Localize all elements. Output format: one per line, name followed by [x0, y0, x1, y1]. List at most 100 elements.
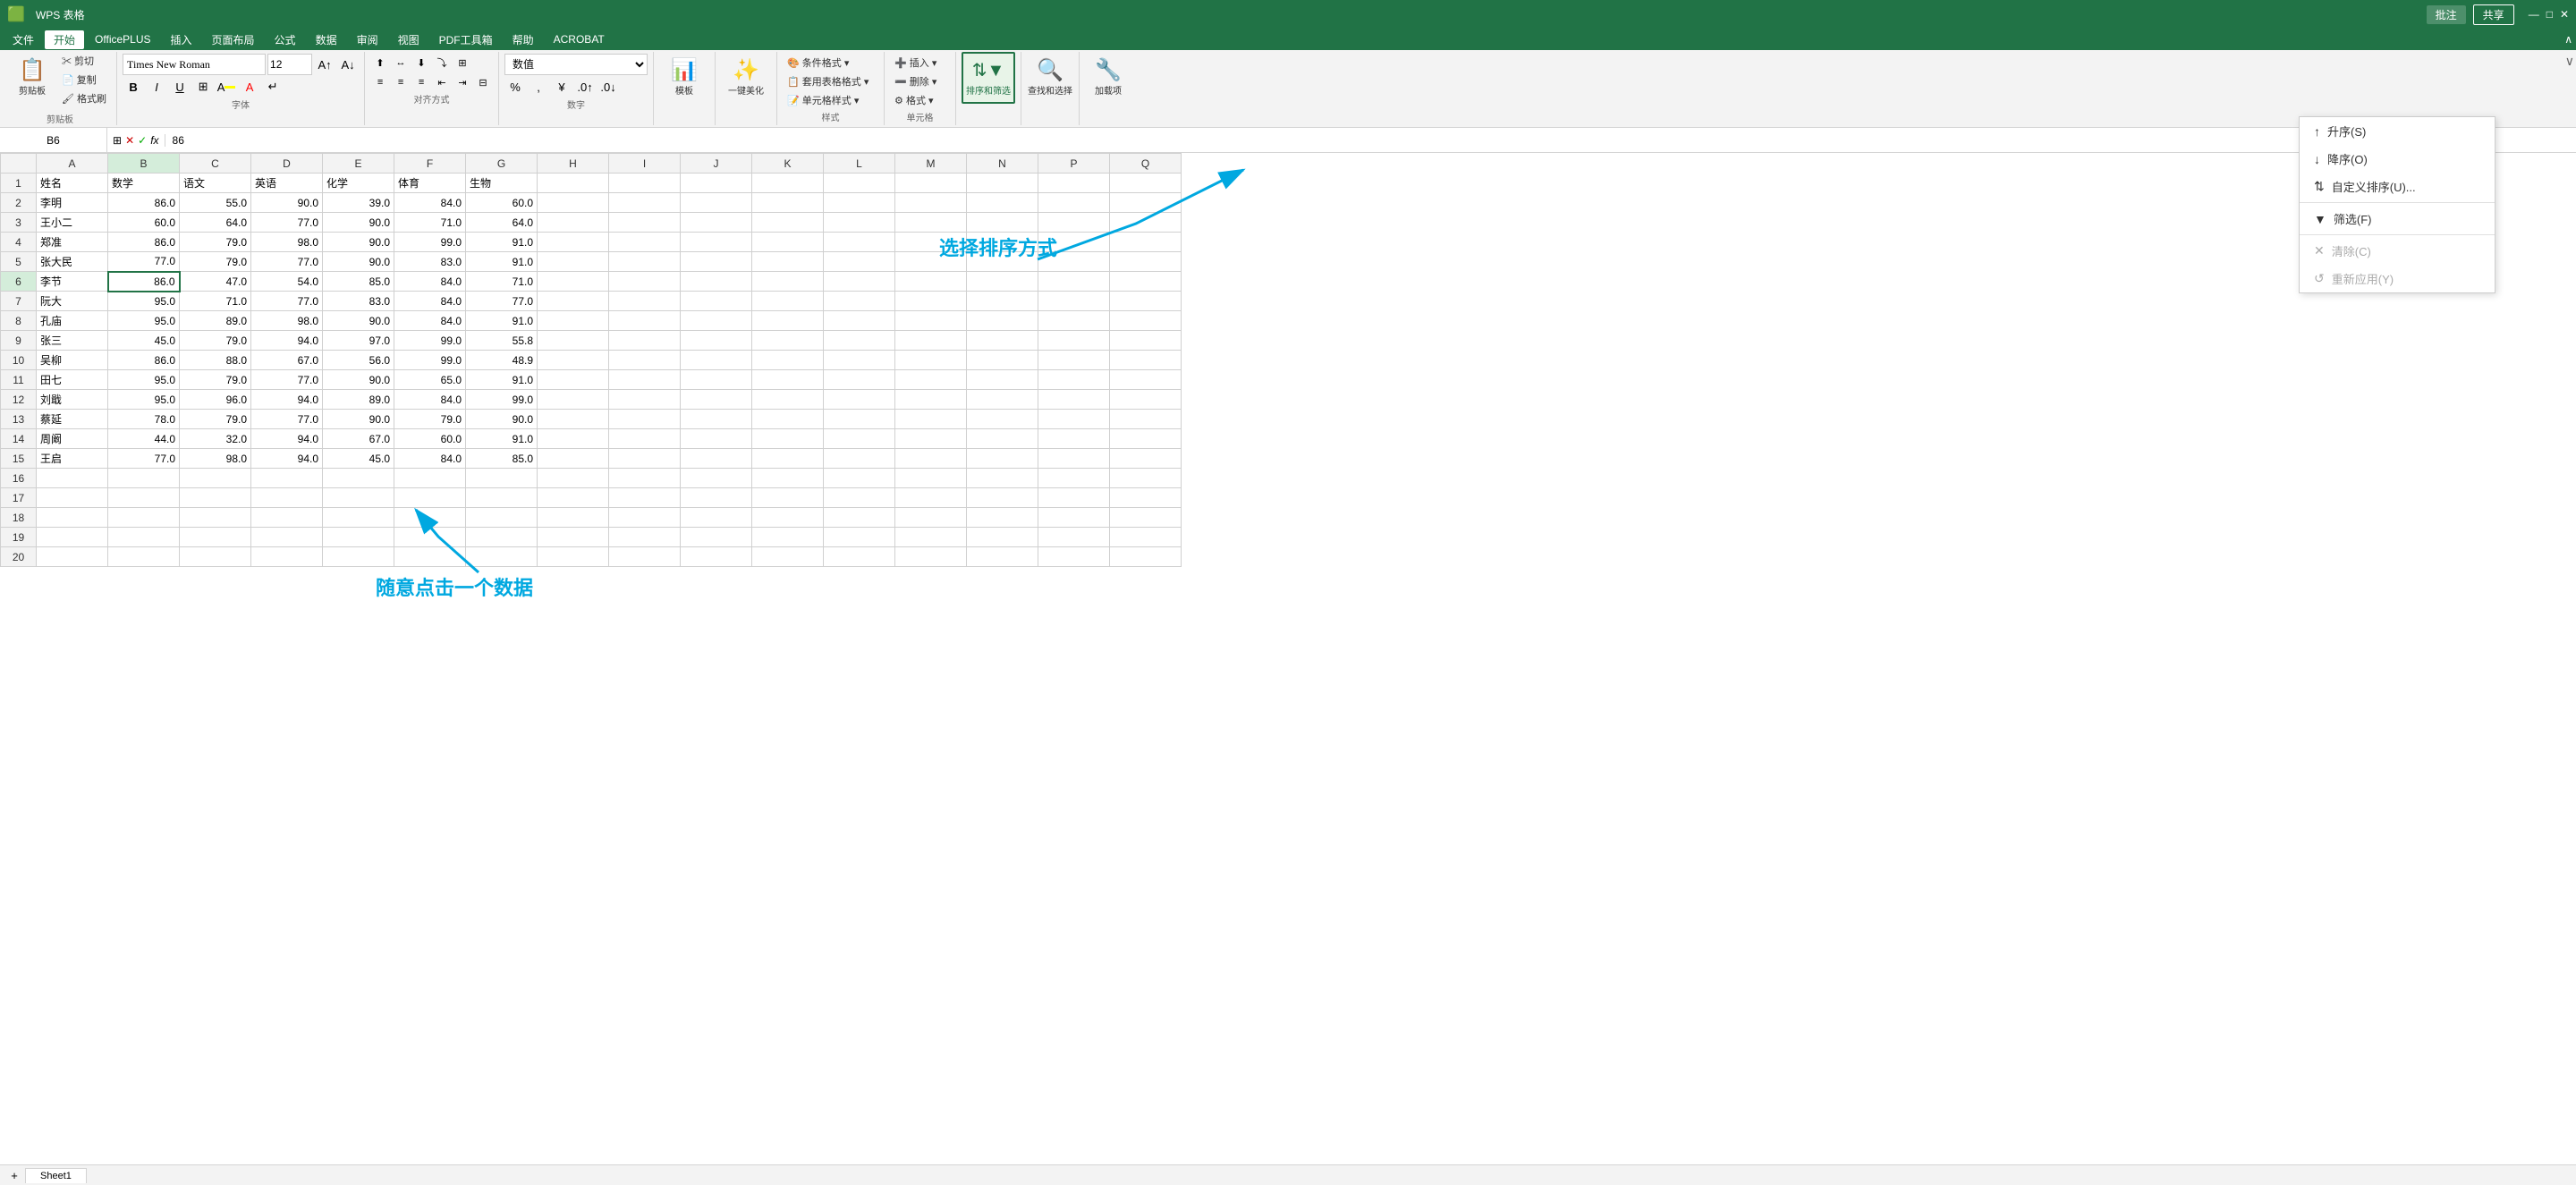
cell-E17[interactable] — [323, 488, 394, 508]
decimal-more-btn[interactable]: .0↑ — [574, 77, 596, 97]
cell-L3[interactable] — [824, 213, 895, 233]
col-header-P[interactable]: P — [1038, 154, 1110, 174]
cell-C14[interactable]: 32.0 — [180, 429, 251, 449]
cell-D20[interactable] — [251, 547, 323, 567]
cell-N15[interactable] — [967, 449, 1038, 469]
cell-P19[interactable] — [1038, 528, 1110, 547]
cell-B15[interactable]: 77.0 — [108, 449, 180, 469]
cell-K14[interactable] — [752, 429, 824, 449]
cell-C6[interactable]: 47.0 — [180, 272, 251, 292]
cell-A15[interactable]: 王启 — [37, 449, 108, 469]
menu-acrobat[interactable]: ACROBAT — [545, 31, 614, 47]
font-color-btn[interactable]: A — [239, 77, 260, 97]
maximize-btn[interactable]: □ — [2546, 8, 2553, 21]
row-num-8[interactable]: 8 — [1, 311, 37, 331]
cell-J11[interactable] — [681, 370, 752, 390]
row-num-18[interactable]: 18 — [1, 508, 37, 528]
cell-G4[interactable]: 91.0 — [466, 233, 538, 252]
cell-N9[interactable] — [967, 331, 1038, 351]
cell-B19[interactable] — [108, 528, 180, 547]
cell-H9[interactable] — [538, 331, 609, 351]
beautify-btn[interactable]: ✨ 一键美化 — [723, 52, 769, 104]
sort-asc-item[interactable]: ↑ 升序(S) — [2300, 117, 2495, 145]
align-left-btn[interactable]: ≡ — [370, 73, 390, 91]
indent-less-btn[interactable]: ⇤ — [432, 73, 452, 91]
cell-N2[interactable] — [967, 193, 1038, 213]
cell-D12[interactable]: 94.0 — [251, 390, 323, 410]
cell-A19[interactable] — [37, 528, 108, 547]
cell-B11[interactable]: 95.0 — [108, 370, 180, 390]
cell-G6[interactable]: 71.0 — [466, 272, 538, 292]
col-header-J[interactable]: J — [681, 154, 752, 174]
cell-G20[interactable] — [466, 547, 538, 567]
cell-Q14[interactable] — [1110, 429, 1182, 449]
cell-F2[interactable]: 84.0 — [394, 193, 466, 213]
cell-G19[interactable] — [466, 528, 538, 547]
menu-home[interactable]: 开始 — [45, 30, 84, 49]
cell-E9[interactable]: 97.0 — [323, 331, 394, 351]
find-select-btn[interactable]: 🔍 查找和选择 — [1027, 52, 1073, 104]
grid-area[interactable]: A B C D E F G H I J K L M — [0, 153, 2576, 1164]
cell-K13[interactable] — [752, 410, 824, 429]
template-btn[interactable]: 📊 模板 — [661, 52, 708, 104]
cell-F14[interactable]: 60.0 — [394, 429, 466, 449]
cell-L16[interactable] — [824, 469, 895, 488]
cell-H3[interactable] — [538, 213, 609, 233]
cell-N14[interactable] — [967, 429, 1038, 449]
row-num-16[interactable]: 16 — [1, 469, 37, 488]
cell-Q5[interactable] — [1110, 252, 1182, 272]
filter-item[interactable]: ▼ 筛选(F) — [2300, 205, 2495, 233]
cell-I4[interactable] — [609, 233, 681, 252]
cell-M5[interactable] — [895, 252, 967, 272]
cell-H11[interactable] — [538, 370, 609, 390]
cell-N7[interactable] — [967, 292, 1038, 311]
cell-M1[interactable] — [895, 174, 967, 193]
cell-F10[interactable]: 99.0 — [394, 351, 466, 370]
cell-I13[interactable] — [609, 410, 681, 429]
cell-I8[interactable] — [609, 311, 681, 331]
currency-btn[interactable]: ¥ — [551, 77, 572, 97]
cell-C3[interactable]: 64.0 — [180, 213, 251, 233]
cell-D19[interactable] — [251, 528, 323, 547]
cell-D2[interactable]: 90.0 — [251, 193, 323, 213]
sort-desc-item[interactable]: ↓ 降序(O) — [2300, 145, 2495, 173]
add-sheet-btn[interactable]: + — [4, 1166, 25, 1185]
row-num-1[interactable]: 1 — [1, 174, 37, 193]
cell-N20[interactable] — [967, 547, 1038, 567]
cell-B3[interactable]: 60.0 — [108, 213, 180, 233]
cell-H17[interactable] — [538, 488, 609, 508]
cell-H8[interactable] — [538, 311, 609, 331]
cell-J17[interactable] — [681, 488, 752, 508]
cell-N1[interactable] — [967, 174, 1038, 193]
cell-J12[interactable] — [681, 390, 752, 410]
cell-L13[interactable] — [824, 410, 895, 429]
cell-B12[interactable]: 95.0 — [108, 390, 180, 410]
cell-A9[interactable]: 张三 — [37, 331, 108, 351]
cell-B6[interactable]: 86.0 — [108, 272, 180, 292]
cell-B18[interactable] — [108, 508, 180, 528]
cell-G17[interactable] — [466, 488, 538, 508]
cell-P10[interactable] — [1038, 351, 1110, 370]
cell-G18[interactable] — [466, 508, 538, 528]
col-header-A[interactable]: A — [37, 154, 108, 174]
cell-C13[interactable]: 79.0 — [180, 410, 251, 429]
row-num-7[interactable]: 7 — [1, 292, 37, 311]
cell-I18[interactable] — [609, 508, 681, 528]
cell-J10[interactable] — [681, 351, 752, 370]
cell-I15[interactable] — [609, 449, 681, 469]
cell-A3[interactable]: 王小二 — [37, 213, 108, 233]
cell-A6[interactable]: 李节 — [37, 272, 108, 292]
cell-H18[interactable] — [538, 508, 609, 528]
cell-A8[interactable]: 孔庙 — [37, 311, 108, 331]
cell-N5[interactable] — [967, 252, 1038, 272]
row-num-6[interactable]: 6 — [1, 272, 37, 292]
cell-N10[interactable] — [967, 351, 1038, 370]
cell-Q7[interactable] — [1110, 292, 1182, 311]
cell-B10[interactable]: 86.0 — [108, 351, 180, 370]
align-middle-btn[interactable]: ↔ — [391, 54, 411, 72]
row-num-10[interactable]: 10 — [1, 351, 37, 370]
format-painter-btn[interactable]: 🖌 格式刷 — [57, 89, 111, 107]
cell-H7[interactable] — [538, 292, 609, 311]
cell-H1[interactable] — [538, 174, 609, 193]
cell-P13[interactable] — [1038, 410, 1110, 429]
